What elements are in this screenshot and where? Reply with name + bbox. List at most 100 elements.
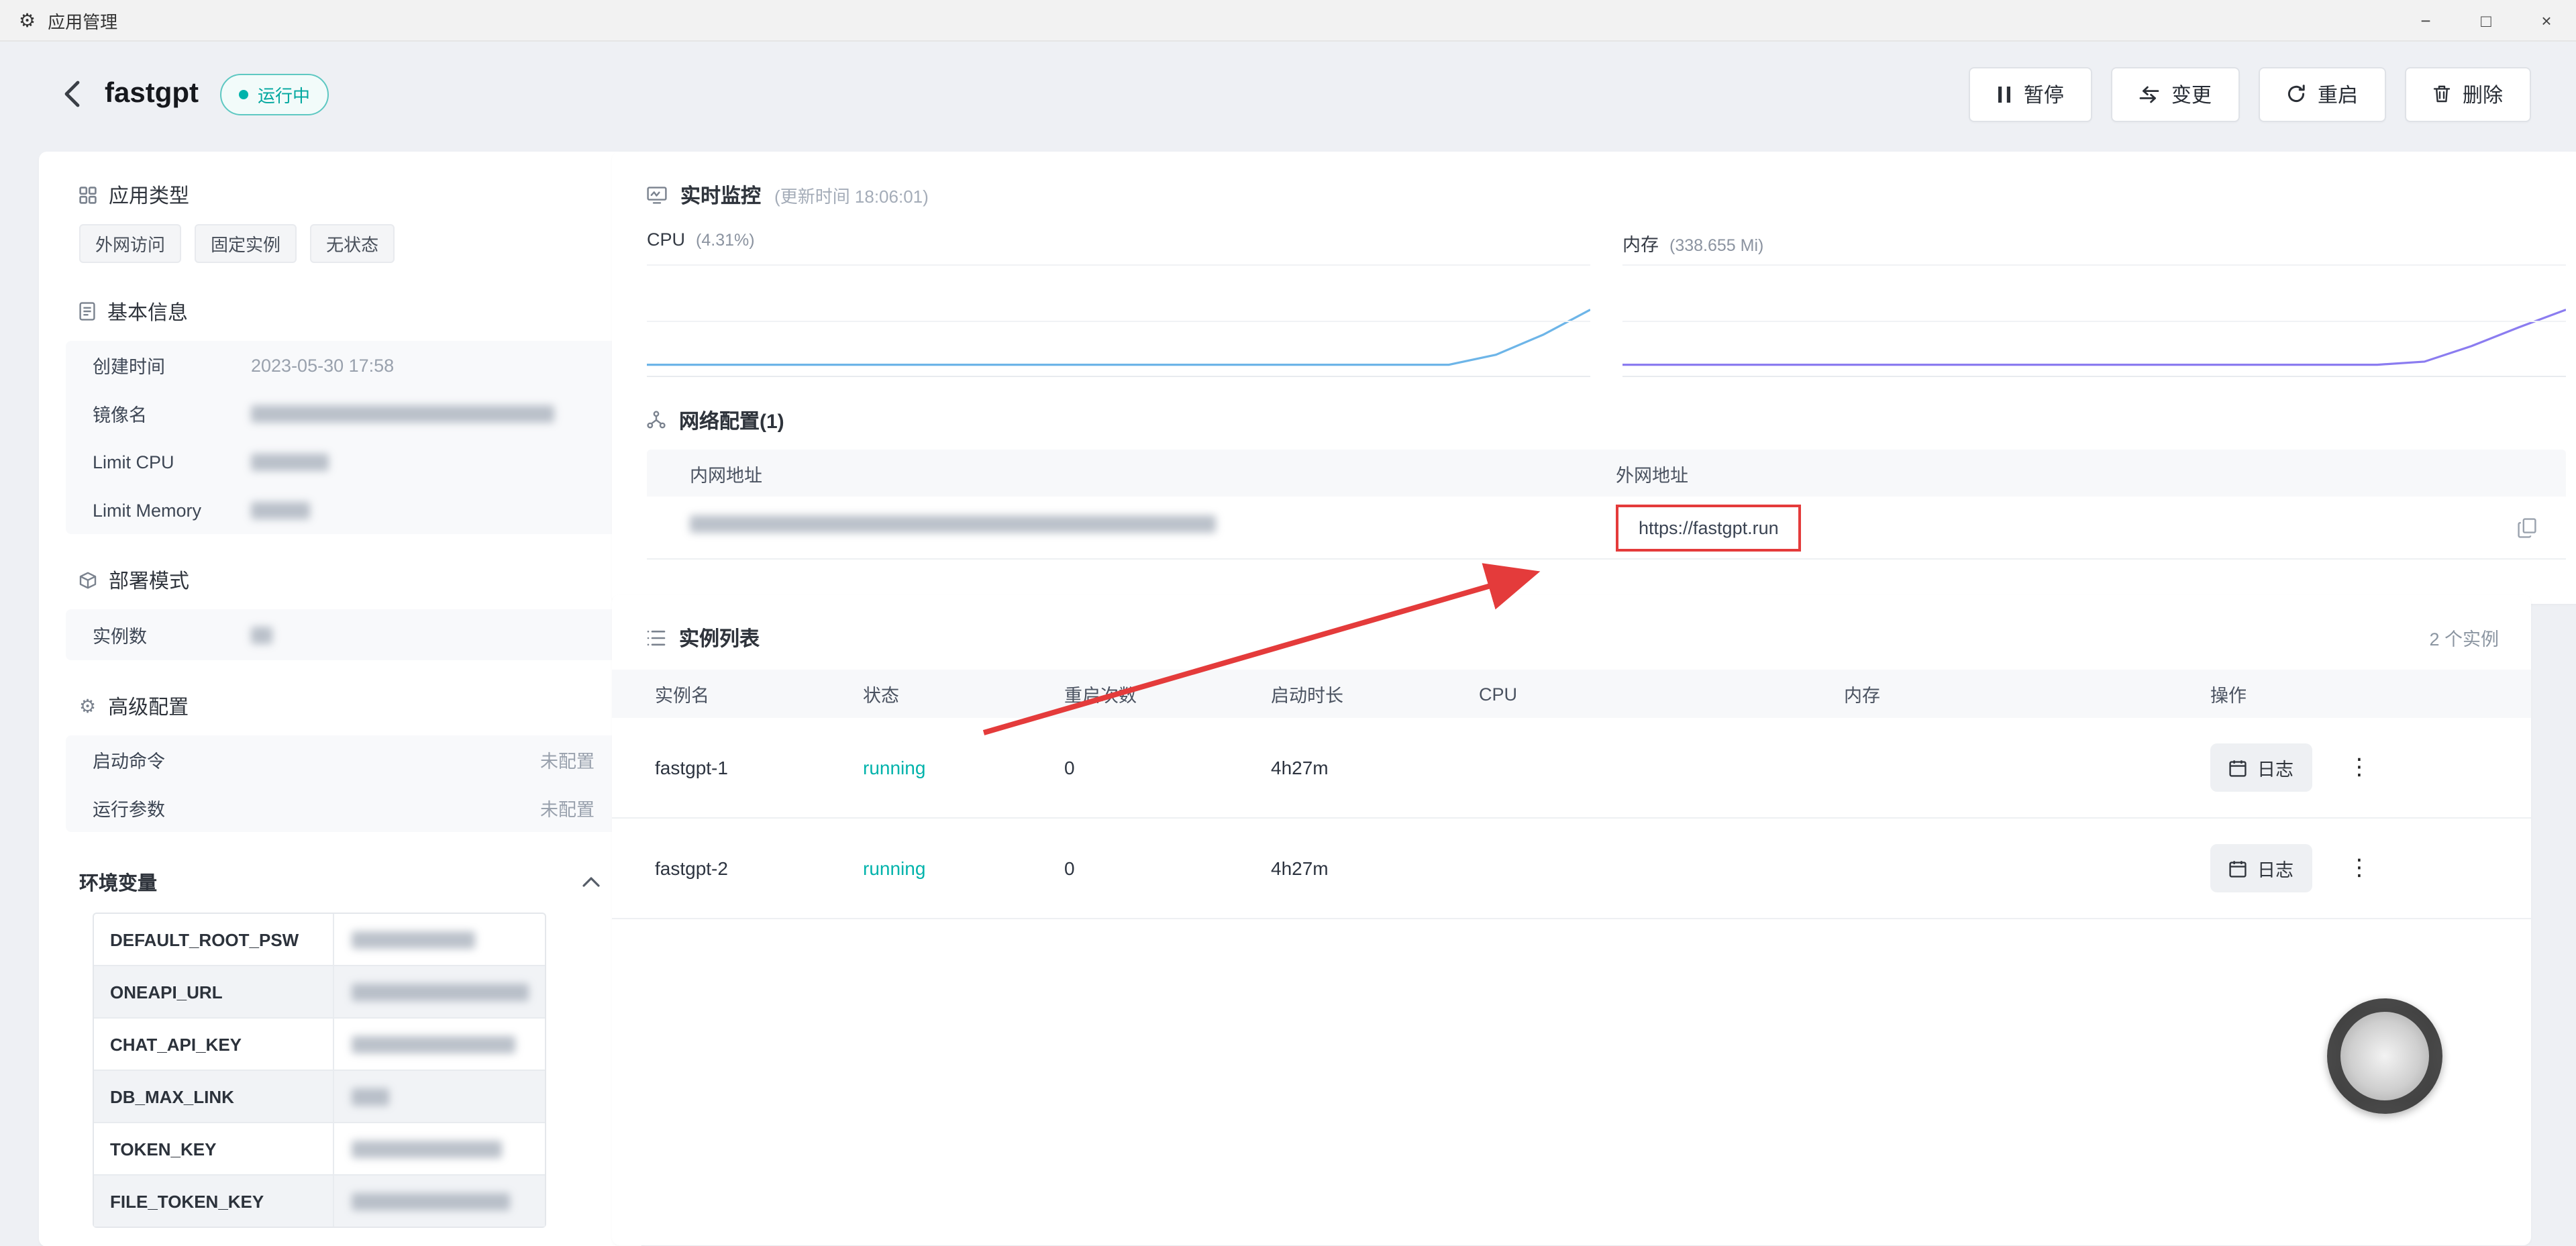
pause-button[interactable]: 暂停 <box>1969 66 2092 121</box>
card-title: 实例列表 <box>679 623 760 652</box>
monitor-charts: CPU (4.31%) 内存 (338.655 Mi) <box>647 229 2566 377</box>
app-window: ⚙ 应用管理 − □ × fastgpt 运行中 暂停 变更 <box>0 0 2576 1246</box>
column-header: 状态 <box>863 680 1064 707</box>
kebab-menu-button[interactable]: ⋮ <box>2342 851 2377 886</box>
column-header: 启动时长 <box>1271 680 1479 707</box>
info-row: 实例数 <box>66 609 619 660</box>
redacted-value <box>251 453 329 470</box>
window-controls: − □ × <box>2395 0 2576 40</box>
minimize-button[interactable]: − <box>2395 0 2456 40</box>
kebab-icon: ⋮ <box>2348 855 2371 882</box>
metric-value: (4.31%) <box>696 231 755 250</box>
instance-name: fastgpt-1 <box>655 757 863 778</box>
tag: 固定实例 <box>195 224 297 263</box>
redacted-value <box>690 515 1216 533</box>
restart-button[interactable]: 重启 <box>2259 66 2386 121</box>
redacted-value <box>352 1192 510 1210</box>
calendar-icon <box>2229 860 2247 877</box>
collapse-env-button[interactable] <box>576 867 605 896</box>
config-value: 未配置 <box>540 746 595 773</box>
external-address-cell: https://fastgpt.run <box>1616 504 2566 551</box>
column-header: 内存 <box>1844 680 2210 707</box>
window-title: 应用管理 <box>48 7 117 33</box>
config-row: 启动命令 未配置 <box>66 735 619 784</box>
instances-header: 实例列表 2 个实例 <box>612 621 2531 654</box>
status-label: 运行中 <box>258 81 310 107</box>
maximize-button[interactable]: □ <box>2456 0 2516 40</box>
redacted-value <box>352 983 529 1000</box>
page-title: fastgpt <box>105 78 199 110</box>
chevron-left-icon <box>62 81 80 107</box>
env-value <box>334 1176 545 1227</box>
external-url-box[interactable]: https://fastgpt.run <box>1616 504 1802 551</box>
kebab-menu-button[interactable]: ⋮ <box>2342 750 2377 785</box>
log-button[interactable]: 日志 <box>2210 844 2312 892</box>
env-value <box>334 1019 545 1070</box>
list-icon <box>647 629 666 646</box>
section-title: 高级配置 <box>108 692 189 720</box>
button-label: 日志 <box>2257 754 2294 781</box>
column-header: 操作 <box>2210 680 2499 707</box>
section-title: 环境变量 <box>79 868 157 896</box>
cpu-chart-label: CPU (4.31%) <box>647 229 1590 256</box>
env-key: DEFAULT_ROOT_PSW <box>94 914 334 965</box>
row-actions: 日志 ⋮ <box>2210 743 2499 792</box>
pause-icon <box>1997 85 2012 103</box>
back-button[interactable] <box>54 76 89 111</box>
column-header: 重启次数 <box>1064 680 1271 707</box>
section-title: 基本信息 <box>107 297 188 325</box>
env-key: FILE_TOKEN_KEY <box>94 1176 334 1227</box>
metric-name: CPU <box>647 229 685 250</box>
delete-button[interactable]: 删除 <box>2405 66 2531 121</box>
advanced-block: 启动命令 未配置 运行参数 未配置 <box>66 735 619 832</box>
instance-status: running <box>863 858 1064 879</box>
info-row: Limit CPU <box>66 437 619 486</box>
cpu-chart <box>647 264 1590 377</box>
network-icon <box>647 411 666 429</box>
redacted-value <box>251 405 554 422</box>
section-basic-info: 基本信息 <box>79 298 619 325</box>
monitor-icon <box>647 186 667 203</box>
config-value: 未配置 <box>540 794 595 821</box>
kebab-icon: ⋮ <box>2348 754 2371 781</box>
mem-chart-block: 内存 (338.655 Mi) <box>1622 229 2566 377</box>
redacted-value <box>352 1140 502 1157</box>
env-row: ONEAPI_URL <box>94 965 545 1017</box>
copy-url-button[interactable] <box>2512 513 2542 542</box>
status-badge: 运行中 <box>220 73 329 115</box>
tag: 外网访问 <box>79 224 181 263</box>
cursor-highlight <box>2327 998 2442 1114</box>
header-actions: 暂停 变更 重启 删除 <box>1969 66 2531 121</box>
column-header-external: 外网地址 <box>1616 460 2566 486</box>
button-label: 变更 <box>2171 80 2212 108</box>
cpu-chart-block: CPU (4.31%) <box>647 229 1590 377</box>
redacted-value <box>352 931 475 948</box>
document-icon <box>79 302 95 321</box>
update-time: (更新时间 18:06:01) <box>774 182 929 207</box>
redacted-value <box>251 626 272 643</box>
log-button[interactable]: 日志 <box>2210 743 2312 792</box>
metric-value: (338.655 Mi) <box>1669 236 1763 255</box>
copy-icon <box>2518 517 2536 537</box>
status-dot-icon <box>239 89 248 99</box>
restart-count: 0 <box>1064 858 1271 879</box>
close-button[interactable]: × <box>2516 0 2576 40</box>
info-label: 镜像名 <box>93 400 251 427</box>
info-row: 镜像名 <box>66 389 619 437</box>
section-env-vars: 环境变量 <box>79 867 605 896</box>
info-row: Limit Memory <box>66 486 619 534</box>
monitor-card: 实时监控 (更新时间 18:06:01) CPU (4.31%) 内存 (338… <box>612 152 2576 604</box>
change-button[interactable]: 变更 <box>2111 66 2240 121</box>
app-gear-icon: ⚙ <box>19 9 36 32</box>
config-row: 运行参数 未配置 <box>66 784 619 832</box>
env-key: TOKEN_KEY <box>94 1123 334 1174</box>
env-row: DEFAULT_ROOT_PSW <box>94 914 545 965</box>
instance-row: fastgpt-1 running 0 4h27m 日志 ⋮ <box>612 718 2531 819</box>
env-table: DEFAULT_ROOT_PSW ONEAPI_URL CHAT_API_KEY… <box>93 913 546 1228</box>
button-label: 日志 <box>2257 855 2294 882</box>
info-label: 实例数 <box>93 621 251 648</box>
config-label: 启动命令 <box>93 746 165 773</box>
env-key: DB_MAX_LINK <box>94 1071 334 1122</box>
chevron-up-icon <box>582 876 599 887</box>
env-key: CHAT_API_KEY <box>94 1019 334 1070</box>
